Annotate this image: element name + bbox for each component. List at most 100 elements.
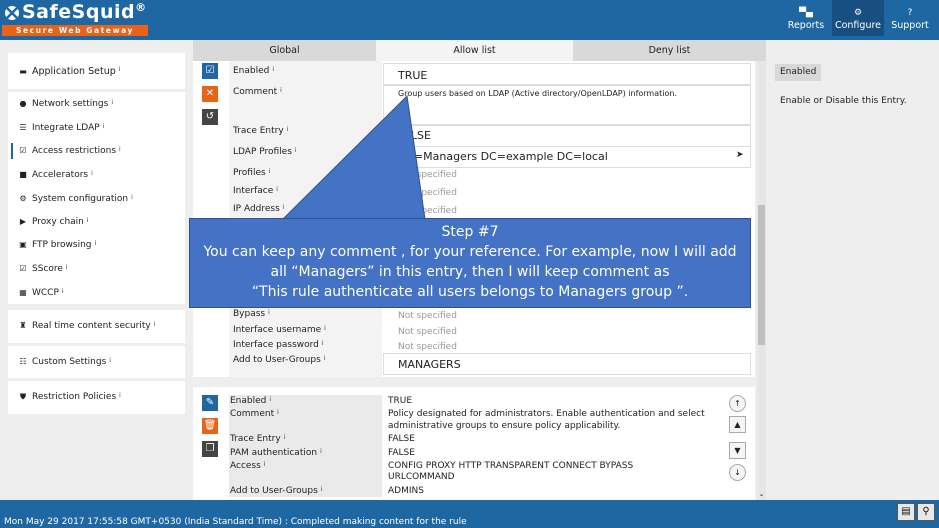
field-value-bypass: Not specified <box>398 311 457 321</box>
undo-icon: ↺ <box>205 111 215 122</box>
field-value-trace-entry: FALSE <box>398 129 431 142</box>
search-icon: ⚲ <box>922 506 930 517</box>
nav-reports[interactable]: ▀▄ Reports <box>783 0 829 36</box>
sliders-icon: ☷ <box>19 357 27 366</box>
field-label-comment: Comment i <box>230 409 279 419</box>
sidebar-item-network-settings[interactable]: ● Network settings i <box>18 99 114 109</box>
scroll-down-icon[interactable]: ⌄ <box>757 490 766 498</box>
active-indicator <box>11 143 13 159</box>
scroll-up-button[interactable]: ▲ <box>729 416 746 433</box>
sidebar-custom-settings[interactable]: ☷ Custom Settings i <box>8 346 185 378</box>
check-square-icon: ☑ <box>205 65 215 76</box>
nav-support[interactable]: ? Support <box>888 0 932 36</box>
arrow-down-icon: ↓ <box>734 468 741 477</box>
user-secret-icon: ♜ <box>19 321 27 330</box>
field-value-enabled: TRUE <box>388 396 413 406</box>
enabled-field[interactable] <box>383 63 751 85</box>
tutorial-step-tooltip: Step #7 You can keep any comment , for y… <box>189 218 751 308</box>
trace-entry-field[interactable] <box>383 125 751 147</box>
nav-configure[interactable]: ⚙ Configure <box>832 0 884 36</box>
field-label-profiles: Profiles i <box>233 168 271 178</box>
tooltip-title: Step #7 <box>441 224 499 240</box>
brand-tagline: Secure Web Gateway <box>2 25 148 36</box>
tooltip-line-2: all “Managers” in this entry, then I wil… <box>270 264 670 280</box>
field-label-enabled: Enabled i <box>233 66 275 76</box>
checkbox-icon: ☑ <box>19 146 27 155</box>
help-field-badge: Enabled <box>775 64 822 81</box>
field-value-comment-line2: administrative groups to ensure policy a… <box>388 421 621 431</box>
sidebar-item-wccp[interactable]: ▦ WCCP i <box>18 288 63 298</box>
field-label-interface-password: Interface password i <box>233 340 324 350</box>
delete-entry-button[interactable]: 🗑 <box>202 418 218 434</box>
tab-global[interactable]: Global <box>193 40 376 61</box>
globe-icon: ● <box>19 99 27 108</box>
field-label-trace-entry: Trace Entry i <box>233 126 289 136</box>
field-label-add-user-groups: Add to User-Groups i <box>233 355 326 365</box>
field-value-access: CONFIG PROXY HTTP TRANSPARENT CONNECT BY… <box>388 461 634 471</box>
tab-deny-list[interactable]: Deny list <box>573 40 766 61</box>
send-icon[interactable]: ➤ <box>736 150 744 160</box>
sidebar-app-setup[interactable]: ▬ Application Setup i <box>8 53 185 89</box>
field-value-add-user-groups: ADMINS <box>388 486 424 496</box>
sidebar-restriction-policies[interactable]: ⛊ Restriction Policies i <box>8 381 185 414</box>
field-value-interface: Not specified <box>398 188 457 198</box>
bar-chart-icon: ▀▄ <box>799 8 813 18</box>
sidebar-realtime-security[interactable]: ♜ Real time content security i <box>8 310 185 343</box>
field-value-profiles: Not specified <box>398 170 457 180</box>
scroll-down-button[interactable]: ▼ <box>729 442 746 459</box>
sidebar-item-sscore[interactable]: ☑ SScore i <box>18 264 67 274</box>
sidebar-item-ftp-browsing[interactable]: ▣ FTP browsing i <box>18 240 96 250</box>
field-value-comment: Group users based on LDAP (Active direct… <box>398 89 677 98</box>
field-value-pam-authentication: FALSE <box>388 448 415 458</box>
field-label-add-user-groups: Add to User-Groups i <box>230 486 323 496</box>
field-label-access: Access i <box>230 461 266 471</box>
field-label-interface: Interface i <box>233 186 278 196</box>
search-button[interactable]: ⚲ <box>917 503 935 521</box>
reset-entry-button[interactable]: ↺ <box>202 109 218 125</box>
shield-icon: ⛊ <box>20 392 26 401</box>
copy-icon: ❐ <box>205 443 215 454</box>
grid-icon: ▦ <box>19 288 27 297</box>
save-button[interactable]: ▤ <box>897 503 915 521</box>
field-label-comment: Comment i <box>233 87 282 97</box>
safesquid-logo-icon <box>5 6 19 20</box>
brand-name: SafeSquid® <box>22 1 147 23</box>
gear-icon: ⚙ <box>19 194 27 203</box>
field-value-interface-username: Not specified <box>398 327 457 337</box>
edit-entry-button[interactable]: ☑ <box>202 63 218 79</box>
field-value-add-user-groups: MANAGERS <box>398 358 461 371</box>
field-label-interface-username: Interface username i <box>233 325 326 335</box>
sidebar-item-system-configuration[interactable]: ⚙ System configuration i <box>18 194 132 204</box>
sidebar-item-accelerators[interactable]: ■ Accelerators i <box>18 170 93 180</box>
field-label-enabled: Enabled i <box>230 396 272 406</box>
caret-down-icon: ▼ <box>734 446 741 455</box>
status-message: Mon May 29 2017 17:55:58 GMT+0530 (India… <box>4 517 467 527</box>
sidebar-item-proxy-chain[interactable]: ▶ Proxy chain i <box>18 217 89 227</box>
checkbox-icon: ☑ <box>19 264 27 273</box>
move-down-button[interactable]: ↓ <box>729 464 746 481</box>
entry-card-admins: ✎ 🗑 ❐ Enabled i TRUE Comment i Policy desi… <box>193 387 755 500</box>
tab-allow-list[interactable]: Allow list <box>376 40 573 61</box>
forward-icon: ▶ <box>19 217 27 226</box>
gears-icon: ⚙ <box>853 8 863 18</box>
field-value-enabled: TRUE <box>398 69 428 82</box>
sidebar-app-setup-list: ● Network settings i ☰ Integrate LDAP i ☑ Acc… <box>8 92 185 304</box>
policy-tabs: Global Allow list Deny list <box>193 40 766 61</box>
edit-entry-button[interactable]: ✎ <box>202 395 218 411</box>
field-label-trace-entry: Trace Entry i <box>230 434 286 444</box>
field-label-ldap-profiles: LDAP Profiles i <box>233 147 297 157</box>
list-icon: ☰ <box>19 123 27 132</box>
help-description: Enable or Disable this Entry. <box>780 96 907 106</box>
copy-entry-button[interactable]: ❐ <box>202 441 218 457</box>
truck-icon: ■ <box>19 170 27 179</box>
move-up-button[interactable]: ↑ <box>729 395 746 412</box>
sidebar-item-integrate-ldap[interactable]: ☰ Integrate LDAP i <box>18 123 104 133</box>
sidebar-item-access-restrictions[interactable]: ☑ Access restrictions i <box>18 146 120 156</box>
info-icon: i <box>118 66 121 73</box>
scrollbar-thumb[interactable] <box>758 205 765 345</box>
cancel-edit-button[interactable]: ✕ <box>202 86 218 102</box>
close-icon: ✕ <box>205 88 215 99</box>
field-value-ip-address: Not specified <box>398 206 457 216</box>
edit-icon: ✎ <box>205 397 215 408</box>
briefcase-icon: ▬ <box>19 67 27 76</box>
